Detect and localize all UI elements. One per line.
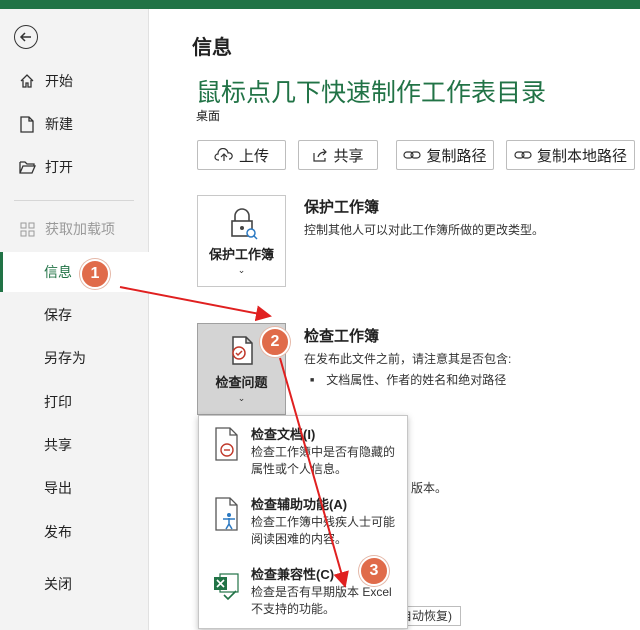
sidebar-item-info[interactable]: 信息 xyxy=(0,252,149,292)
share-icon xyxy=(313,148,328,162)
sidebar-item-open[interactable]: 打开 xyxy=(0,147,149,187)
excel-compat-icon xyxy=(214,573,239,601)
document-title: 鼠标点几下快速制作工作表目录 xyxy=(196,79,547,107)
chevron-down-icon: ⌄ xyxy=(237,265,246,275)
sidebar-item-label: 共享 xyxy=(44,437,72,453)
sidebar-item-export[interactable]: 导出 xyxy=(0,468,149,508)
step-callout-2: 2 xyxy=(260,327,290,357)
back-arrow-icon[interactable] xyxy=(14,25,38,49)
accessibility-icon xyxy=(215,497,238,531)
home-icon xyxy=(17,73,37,89)
sidebar-divider xyxy=(14,200,134,201)
sidebar-item-label: 发布 xyxy=(44,524,72,540)
sidebar-item-label: 另存为 xyxy=(44,350,86,366)
sidebar-item-publish[interactable]: 发布 xyxy=(0,512,149,552)
menu-item-desc: 检查是否有早期版本 Excel 不支持的功能。 xyxy=(251,585,392,616)
sidebar-item-print[interactable]: 打印 xyxy=(0,382,149,422)
menu-item-inspect-document[interactable]: 检查文档(I) 检查工作簿中是否有隐藏的属性或个人信息。 xyxy=(199,416,407,484)
step-callout-3: 3 xyxy=(359,556,389,586)
step-callout-1: 1 xyxy=(80,259,110,289)
sidebar-item-share[interactable]: 共享 xyxy=(0,425,149,465)
inspect-document-icon xyxy=(215,427,238,461)
upload-icon xyxy=(214,148,233,161)
link-icon xyxy=(403,151,422,159)
inspect-document-icon xyxy=(231,336,253,365)
menu-item-title: 检查辅助功能(A) xyxy=(251,497,348,512)
active-indicator xyxy=(0,252,3,292)
copy-path-button-label: 复制路径 xyxy=(426,147,487,165)
protect-workbook-button[interactable]: 保护工作簿 ⌄ xyxy=(197,195,286,287)
sidebar-item-save[interactable]: 保存 xyxy=(0,295,149,335)
chevron-down-icon: ⌄ xyxy=(237,393,246,403)
new-file-icon xyxy=(17,115,37,133)
sidebar-item-label: 开始 xyxy=(45,73,73,89)
inspect-section-title: 检查工作簿 xyxy=(304,328,380,345)
menu-item-title: 检查兼容性(C) xyxy=(251,567,335,582)
sidebar-item-label: 新建 xyxy=(45,116,73,132)
document-location: 桌面 xyxy=(196,109,221,123)
sidebar-item-get-addins: 获取加载项 xyxy=(0,209,149,249)
sidebar-item-home[interactable]: 开始 xyxy=(0,61,149,101)
share-button[interactable]: 共享 xyxy=(298,140,378,170)
copy-path-button[interactable]: 复制路径 xyxy=(396,140,494,170)
sidebar-item-new[interactable]: 新建 xyxy=(0,104,149,144)
obscured-text: 版本。 xyxy=(411,481,448,495)
backstage-sidebar: 开始 新建 打开 获取加载项 信息 保存 另存为 打印 共享 导出 发布 关闭 xyxy=(0,9,149,630)
lock-icon xyxy=(230,208,258,240)
sidebar-item-label: 导出 xyxy=(44,480,72,496)
check-issues-menu: 检查文档(I) 检查工作簿中是否有隐藏的属性或个人信息。 检查辅助功能(A) 检… xyxy=(198,415,408,629)
protect-section-title: 保护工作簿 xyxy=(304,199,380,216)
title-bar-strip xyxy=(0,0,640,9)
sidebar-item-label: 信息 xyxy=(44,264,72,280)
inspect-section-desc: 在发布此文件之前，请注意其是否包含: xyxy=(304,352,512,366)
copy-local-path-button-label: 复制本地路径 xyxy=(536,147,627,165)
menu-item-desc: 检查工作簿中是否有隐藏的属性或个人信息。 xyxy=(251,445,396,476)
sidebar-item-label: 获取加载项 xyxy=(45,221,115,237)
folder-open-icon xyxy=(17,160,37,174)
sidebar-item-label: 关闭 xyxy=(44,576,72,592)
sidebar-item-close[interactable]: 关闭 xyxy=(0,564,149,604)
menu-item-desc: 检查工作簿中残疾人士可能阅读困难的内容。 xyxy=(251,515,396,546)
sidebar-item-label: 打开 xyxy=(45,159,73,175)
upload-button-label: 上传 xyxy=(238,147,269,165)
protect-workbook-label: 保护工作簿 xyxy=(208,247,274,262)
sidebar-item-label: 打印 xyxy=(44,394,72,410)
sidebar-item-label: 保存 xyxy=(44,307,72,323)
link-icon xyxy=(514,151,532,159)
check-issues-label: 检查问题 xyxy=(215,375,268,390)
share-button-label: 共享 xyxy=(333,147,364,165)
copy-local-path-button[interactable]: 复制本地路径 xyxy=(506,140,635,170)
inspect-bullet: 文档属性、作者的姓名和绝对路径 xyxy=(310,371,506,388)
sidebar-item-save-as[interactable]: 另存为 xyxy=(0,338,149,378)
page-title: 信息 xyxy=(192,37,232,59)
addins-icon xyxy=(17,222,37,237)
menu-item-title: 检查文档(I) xyxy=(251,427,316,442)
protect-section-desc: 控制其他人可以对此工作簿所做的更改类型。 xyxy=(304,223,545,237)
menu-item-check-accessibility[interactable]: 检查辅助功能(A) 检查工作簿中残疾人士可能阅读困难的内容。 xyxy=(199,486,407,554)
upload-button[interactable]: 上传 xyxy=(197,140,286,170)
